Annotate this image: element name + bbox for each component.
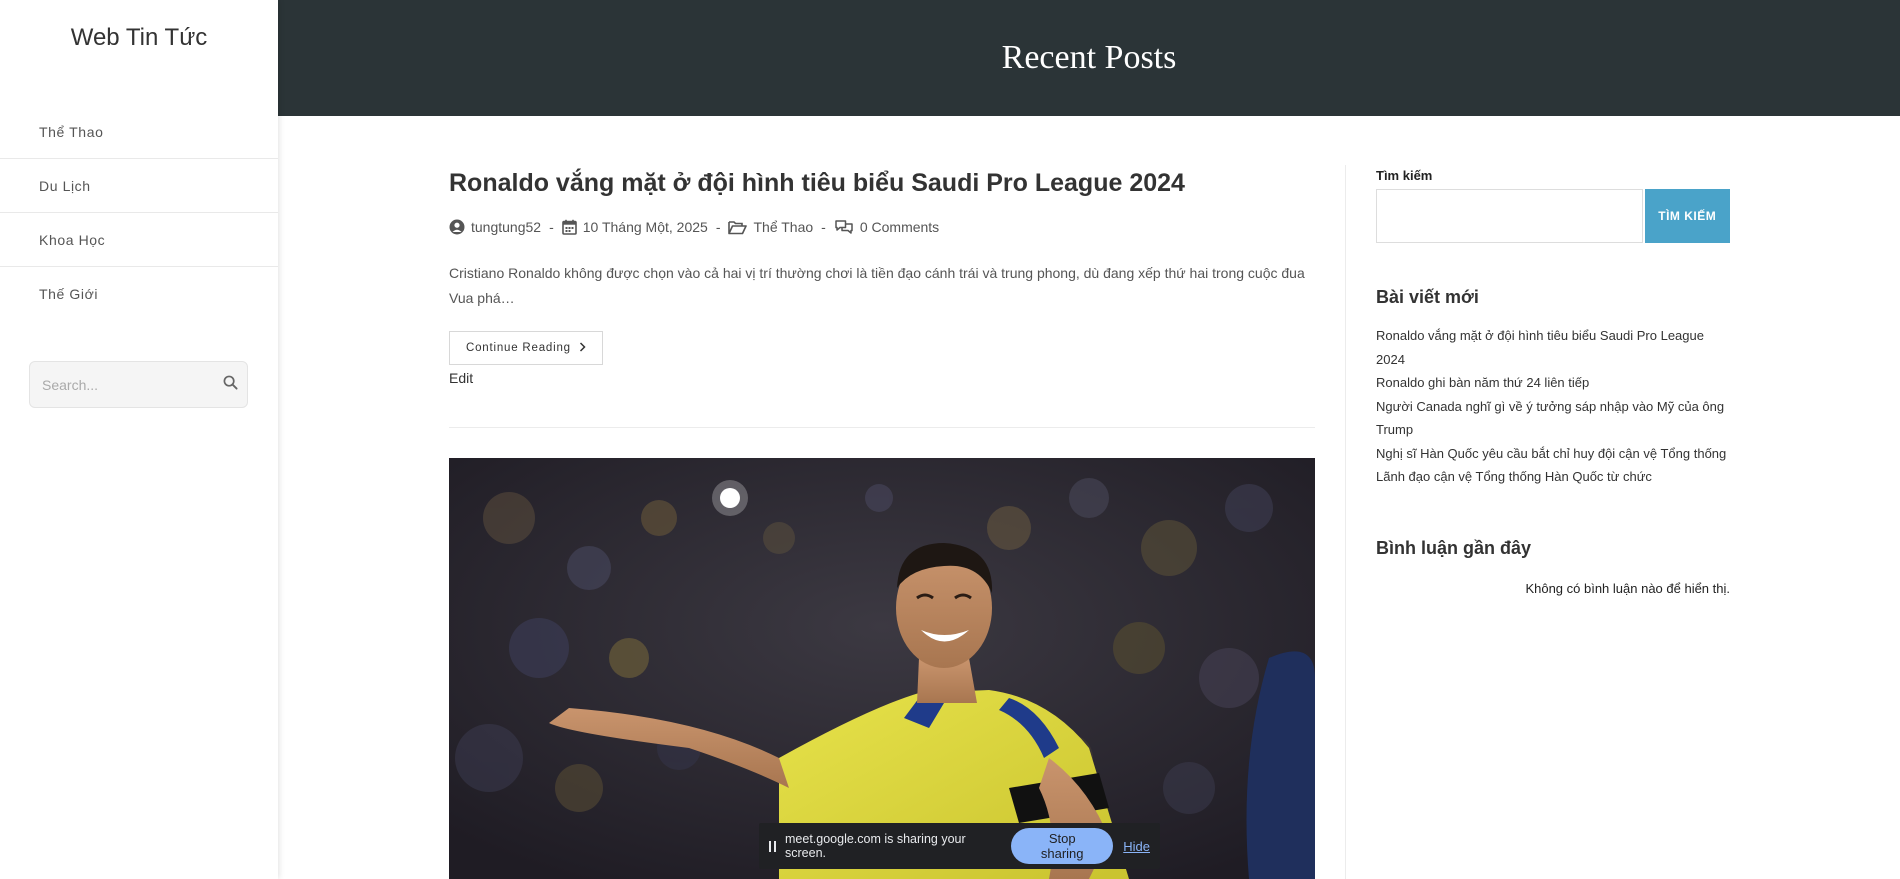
recent-post-link[interactable]: Nghị sĩ Hàn Quốc yêu cầu bắt chỉ huy đội… <box>1376 442 1730 466</box>
stop-sharing-button[interactable]: Stop sharing <box>1011 828 1114 864</box>
date-text: 10 Tháng Một, 2025 <box>582 219 708 235</box>
chevron-right-icon <box>579 341 586 355</box>
recent-post-link[interactable]: Người Canada nghĩ gì về ý tưởng sáp nhập… <box>1376 395 1730 442</box>
post-divider <box>449 427 1315 428</box>
nav-item-the-gioi[interactable]: Thế Giới <box>0 267 278 321</box>
page-header: Recent Posts <box>278 0 1900 116</box>
post-excerpt: Cristiano Ronaldo không được chọn vào cả… <box>449 265 1305 306</box>
nav-item-du-lich[interactable]: Du Lịch <box>0 159 278 213</box>
meta-separator: - <box>715 219 721 235</box>
sidebar-divider <box>1345 165 1346 879</box>
nav-item-label: Du Lịch <box>39 177 91 194</box>
search-widget-label: Tìm kiếm <box>1376 168 1433 183</box>
meta-separator: - <box>549 219 554 235</box>
left-sidebar: Web Tin Tức Thể Thao Du Lịch Khoa Học Th… <box>0 0 278 879</box>
search-widget-button[interactable]: TÌM KIẾM <box>1644 189 1730 243</box>
search-icon[interactable] <box>223 375 238 395</box>
author-name: tungtung52 <box>471 219 542 235</box>
continue-reading-button[interactable]: Continue Reading <box>449 331 603 365</box>
post-category[interactable]: Thể Thao <box>728 219 813 235</box>
post-featured-image[interactable] <box>449 458 1315 879</box>
hide-share-bar-link[interactable]: Hide <box>1123 839 1150 854</box>
search-widget: TÌM KIẾM <box>1376 189 1730 243</box>
screen-share-bar: meet.google.com is sharing your screen. … <box>759 823 1160 869</box>
search-widget-input[interactable] <box>1376 189 1643 243</box>
share-message: meet.google.com is sharing your screen. <box>785 832 966 860</box>
category-text: Thể Thao <box>753 219 814 235</box>
comments-icon <box>834 219 854 235</box>
user-icon <box>449 219 465 235</box>
left-search-box <box>29 361 248 408</box>
comments-text: 0 Comments <box>859 219 940 235</box>
post-title[interactable]: Ronaldo vắng mặt ở đội hình tiêu biểu Sa… <box>449 165 1315 201</box>
featured-photo <box>449 458 1315 879</box>
continue-reading-label: Continue Reading <box>466 342 571 354</box>
drag-handle-icon[interactable] <box>769 840 776 852</box>
nav-item-the-thao[interactable]: Thể Thao <box>0 105 278 159</box>
post-comments[interactable]: 0 Comments <box>834 219 939 235</box>
nav-item-label: Thế Giới <box>39 286 99 302</box>
site-title[interactable]: Web Tin Tức <box>0 24 278 52</box>
meta-separator: - <box>821 219 826 235</box>
calendar-icon <box>561 219 577 235</box>
right-sidebar: Tìm kiếm TÌM KIẾM Bài viết mới Ronaldo v… <box>1376 168 1730 596</box>
post-author[interactable]: tungtung52 <box>449 219 541 235</box>
recent-post-link[interactable]: Lãnh đạo cận vệ Tổng thống Hàn Quốc từ c… <box>1376 465 1730 489</box>
recent-posts-title: Bài viết mới <box>1376 287 1479 307</box>
post-date: 10 Tháng Một, 2025 <box>561 219 708 235</box>
nav-item-label: Khoa Học <box>39 231 106 248</box>
recent-post-link[interactable]: Ronaldo ghi bàn năm thứ 24 liên tiếp <box>1376 371 1730 395</box>
recent-posts-list: Ronaldo vắng mặt ở đội hình tiêu biểu Sa… <box>1376 324 1730 489</box>
folder-open-icon <box>728 220 748 235</box>
post-meta: tungtung52 - 10 Tháng Một, 2025 - Thể Th… <box>449 219 1315 235</box>
recent-post-link[interactable]: Ronaldo vắng mặt ở đội hình tiêu biểu Sa… <box>1376 324 1730 371</box>
left-nav: Thể Thao Du Lịch Khoa Học Thế Giới <box>0 105 278 321</box>
nav-item-label: Thể Thao <box>39 123 104 140</box>
left-search-input[interactable] <box>42 376 223 393</box>
no-comments-text: Không có bình luận nào để hiển thị. <box>1525 580 1730 596</box>
edit-link[interactable]: Edit <box>449 370 1315 386</box>
nav-item-khoa-hoc[interactable]: Khoa Học <box>0 213 278 267</box>
page-title: Recent Posts <box>1001 39 1177 76</box>
post-entry: Ronaldo vắng mặt ở đội hình tiêu biểu Sa… <box>449 165 1315 386</box>
recent-comments-title: Bình luận gần đây <box>1376 537 1532 558</box>
